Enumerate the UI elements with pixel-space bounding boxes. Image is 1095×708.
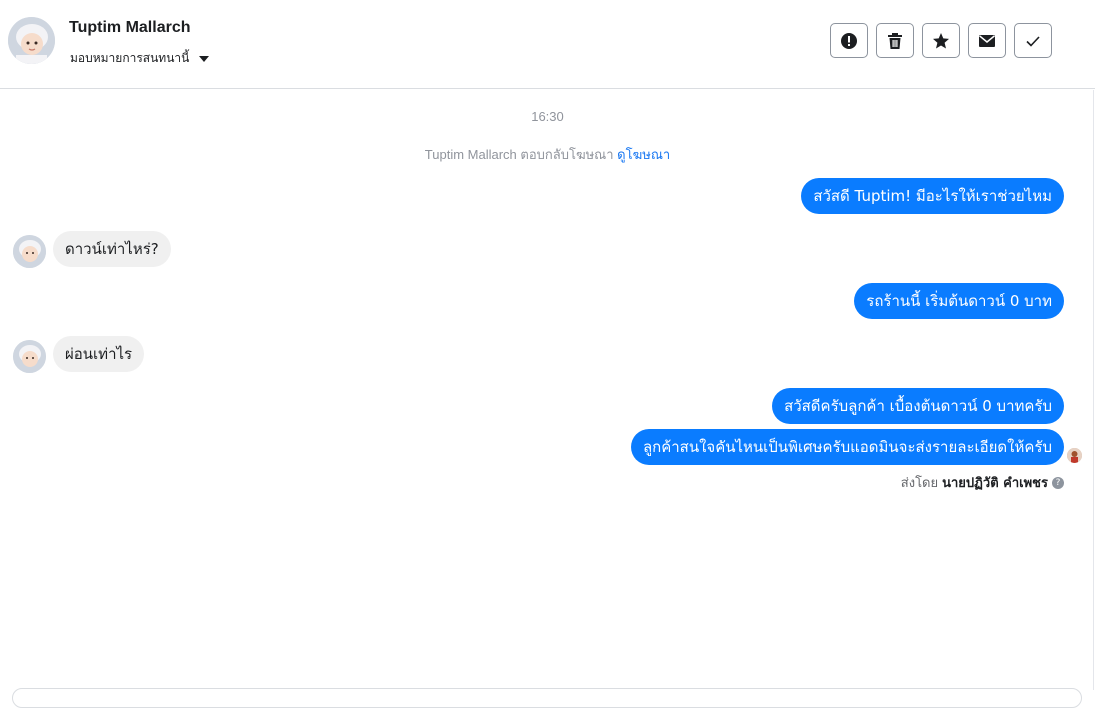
scrollbar-track[interactable] <box>1093 90 1094 690</box>
mark-unread-button[interactable] <box>968 23 1006 58</box>
message-timestamp: 16:30 <box>531 109 564 124</box>
chevron-down-icon <box>199 55 210 62</box>
assign-conversation-dropdown[interactable]: มอบหมายการสนทนานี้ <box>70 49 210 68</box>
message-composer[interactable] <box>12 688 1082 708</box>
incoming-message: ดาวน์เท่าไหร่? <box>53 231 171 267</box>
mark-spam-button[interactable] <box>830 23 868 58</box>
view-ad-link[interactable]: ดูโฆษณา <box>617 147 670 162</box>
assign-label: มอบหมายการสนทนานี้ <box>70 51 190 65</box>
conversation-header: Tuptim Mallarch มอบหมายการสนทนานี้ <box>0 0 1095 89</box>
ad-reply-text: Tuptim Mallarch ตอบกลับโฆษณา <box>424 147 614 162</box>
outgoing-message: สวัสดี Tuptim! มีอะไรให้เราช่วยไหม <box>801 178 1064 214</box>
outgoing-message: ลูกค้าสนใจคันไหนเป็นพิเศษครับแอดมินจะส่ง… <box>630 429 1064 465</box>
envelope-icon <box>979 34 995 47</box>
incoming-message: ผ่อนเท่าไร <box>53 336 145 372</box>
contact-name[interactable]: Tuptim Mallarch <box>69 19 191 37</box>
trash-icon <box>888 32 902 49</box>
sender-avatar <box>1067 448 1082 463</box>
sent-by-label: ส่งโดย <box>900 476 939 491</box>
contact-avatar-small <box>13 235 46 268</box>
contact-avatar-small <box>13 340 46 373</box>
header-actions <box>830 23 1052 58</box>
outgoing-message: สวัสดีครับลูกค้า เบื้องต้นดาวน์ 0 บาทครั… <box>772 388 1064 424</box>
alert-icon <box>841 32 857 49</box>
ad-reply-notice: Tuptim Mallarch ตอบกลับโฆษณา ดูโฆษณา <box>0 144 1095 165</box>
delete-button[interactable] <box>876 23 914 58</box>
check-icon <box>1026 35 1040 47</box>
contact-avatar[interactable] <box>8 17 55 64</box>
sent-by-info: ส่งโดย นายปฏิวัติ คำเพชร ? <box>901 472 1064 493</box>
star-button[interactable] <box>922 23 960 58</box>
mark-done-button[interactable] <box>1014 23 1052 58</box>
outgoing-message: รถร้านนี้ เริ่มต้นดาวน์ 0 บาท <box>854 283 1064 319</box>
star-icon <box>933 32 949 48</box>
help-icon[interactable]: ? <box>1052 476 1064 489</box>
sender-name: นายปฏิวัติ คำเพชร <box>942 476 1048 491</box>
